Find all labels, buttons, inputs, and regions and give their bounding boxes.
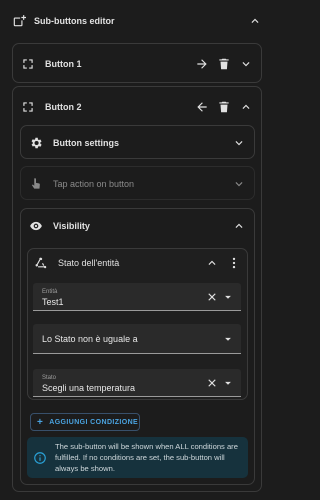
delete-icon[interactable] [217, 57, 231, 71]
editor-title: Sub-buttons editor [34, 16, 115, 26]
plus-icon: + [37, 416, 44, 428]
focus-frame-icon [21, 57, 35, 71]
visibility-label: Visibility [53, 221, 90, 231]
close-icon[interactable] [205, 376, 219, 390]
state-value: Scegli una temperatura [42, 383, 136, 393]
entity-select[interactable]: Entità Test1 [33, 283, 241, 311]
state-graph-icon [34, 256, 48, 270]
eye-icon [29, 219, 43, 233]
chevron-down-icon[interactable] [232, 177, 246, 191]
gear-icon [29, 136, 43, 150]
button-1-card[interactable]: Button 1 [12, 43, 262, 83]
info-text: The sub-button will be shown when ALL co… [55, 442, 238, 473]
tap-gesture-icon [29, 177, 43, 191]
chevron-up-icon[interactable] [205, 256, 219, 270]
sub-buttons-editor-header: Sub-buttons editor [12, 12, 262, 30]
add-condition-button[interactable]: + AGGIUNGI CONDIZIONE [30, 413, 140, 431]
condition-title: Stato dell'entità [58, 258, 120, 268]
info-alert: The sub-button will be shown when ALL co… [27, 437, 248, 478]
button-settings-label: Button settings [53, 138, 119, 148]
dropdown-arrow-icon[interactable] [221, 290, 235, 304]
entity-value: Test1 [42, 297, 64, 307]
add-sub-button-icon [12, 14, 26, 28]
chevron-down-icon[interactable] [232, 136, 246, 150]
chevron-up-icon[interactable] [232, 219, 246, 233]
arrow-right-icon[interactable] [195, 57, 209, 71]
delete-icon[interactable] [217, 100, 231, 114]
button-2-label: Button 2 [45, 102, 82, 112]
entity-field-label: Entità [42, 289, 58, 295]
operator-select[interactable]: Lo Stato non è uguale a [33, 324, 241, 354]
tap-action-label: Tap action on button [53, 179, 135, 189]
arrow-left-icon[interactable] [195, 100, 209, 114]
chevron-down-icon[interactable] [239, 57, 253, 71]
button-settings-section[interactable]: Button settings [20, 125, 255, 159]
state-field-label: Stato [42, 375, 57, 381]
add-condition-label: AGGIUNGI CONDIZIONE [49, 418, 139, 426]
state-select[interactable]: Stato Scegli una temperatura [33, 369, 241, 397]
button-1-label: Button 1 [45, 59, 82, 69]
more-vertical-icon[interactable] [227, 256, 241, 270]
tap-action-section[interactable]: Tap action on button [20, 166, 255, 200]
chevron-up-icon[interactable] [239, 100, 253, 114]
focus-frame-icon [21, 100, 35, 114]
info-icon [33, 451, 47, 465]
chevron-up-icon[interactable] [248, 14, 262, 28]
dropdown-arrow-icon[interactable] [221, 376, 235, 390]
close-icon[interactable] [205, 290, 219, 304]
operator-value: Lo Stato non è uguale a [42, 334, 138, 344]
dropdown-arrow-icon[interactable] [221, 332, 235, 346]
